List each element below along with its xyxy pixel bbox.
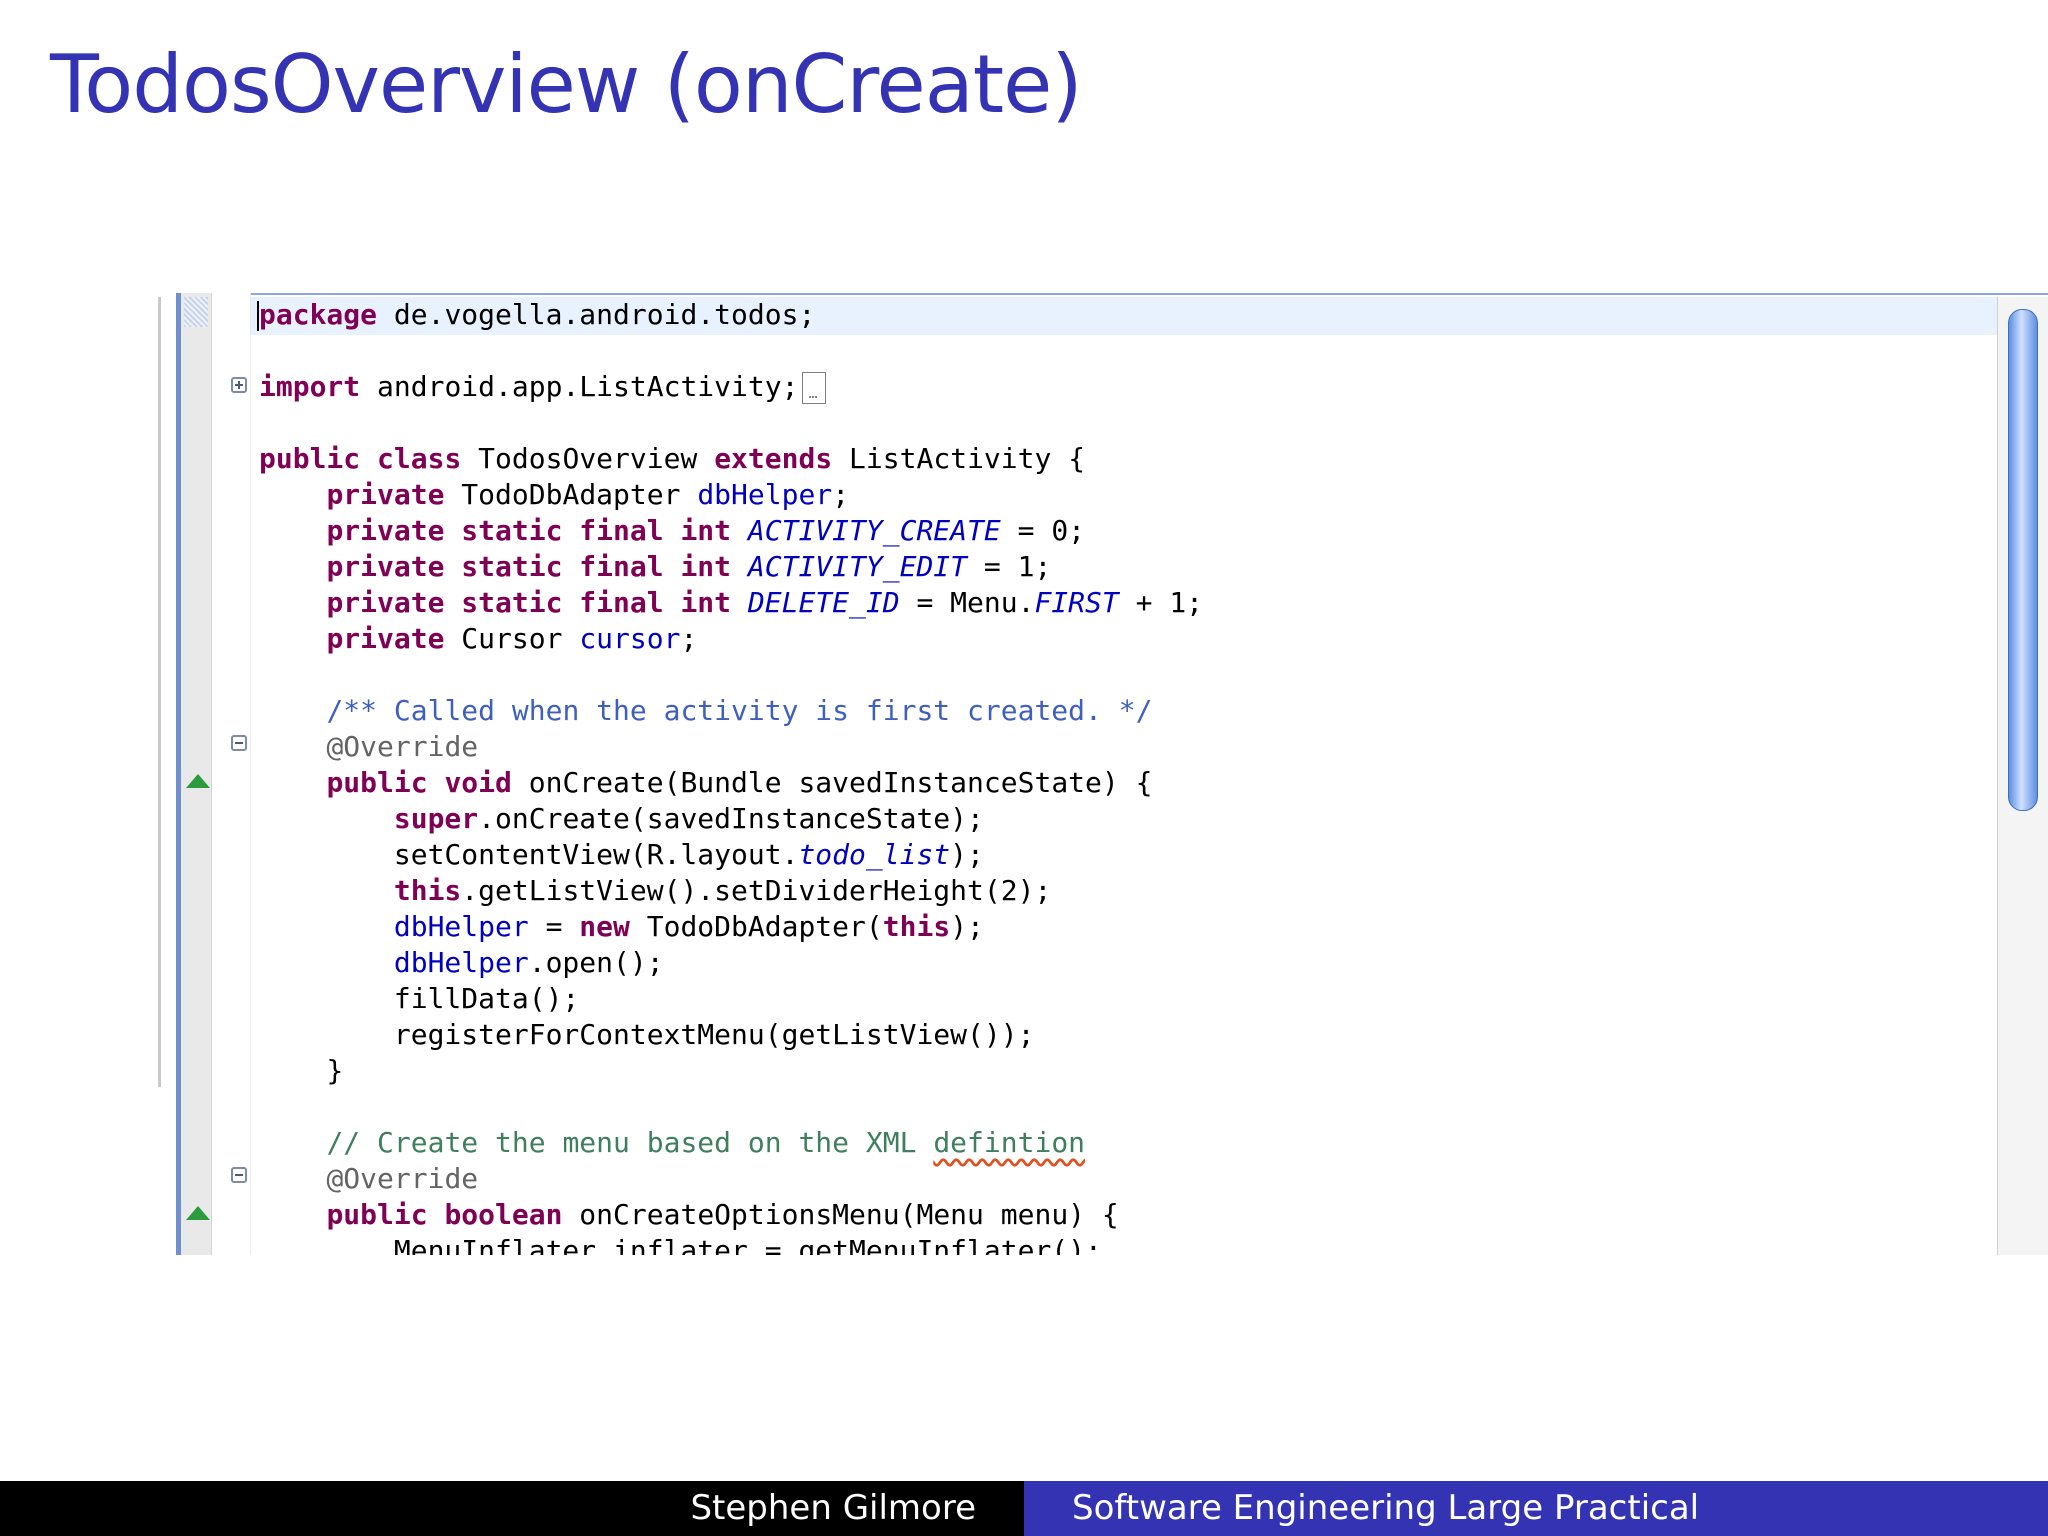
slide-footer: Stephen Gilmore Software Engineering Lar… bbox=[0, 1481, 2048, 1536]
code-line: public class TodosOverview extends ListA… bbox=[259, 441, 1085, 477]
code-token: de.vogella.android.todos; bbox=[377, 298, 816, 331]
code-line: private static final int ACTIVITY_CREATE… bbox=[259, 513, 1085, 549]
current-line-marker bbox=[184, 297, 208, 327]
code-line: private TodoDbAdapter dbHelper; bbox=[259, 477, 849, 513]
code-line: package de.vogella.android.todos; bbox=[257, 297, 816, 333]
field-name: cursor bbox=[579, 622, 681, 655]
keyword: import bbox=[259, 370, 361, 403]
code-token: ; bbox=[832, 478, 850, 511]
code-token: TodoDbAdapter bbox=[444, 478, 698, 511]
keyword: this bbox=[882, 910, 951, 943]
footer-left-panel: Stephen Gilmore bbox=[0, 1481, 1024, 1536]
code-line: import android.app.ListActivity; bbox=[259, 369, 827, 405]
code-token: + 1; bbox=[1118, 586, 1204, 619]
collapse-oncreate-icon[interactable] bbox=[231, 735, 247, 751]
code-text[interactable]: package de.vogella.android.todos; import… bbox=[257, 293, 1988, 1255]
code-token: MenuInflater inflater = getMenuInflater(… bbox=[393, 1234, 1102, 1255]
scrollbar-thumb[interactable] bbox=[2008, 309, 2038, 811]
code-line: private Cursor cursor; bbox=[259, 621, 697, 657]
code-token: .onCreate(savedInstanceState); bbox=[478, 802, 984, 835]
spelling-warning[interactable]: defintion bbox=[933, 1126, 1085, 1159]
code-token: = 0; bbox=[1000, 514, 1086, 547]
keyword: extends bbox=[714, 442, 833, 475]
code-line: // Create the menu based on the XML defi… bbox=[259, 1125, 1085, 1161]
code-line: super.onCreate(savedInstanceState); bbox=[259, 801, 984, 837]
code-token: } bbox=[326, 1054, 344, 1087]
javadoc-comment: /** Called when the activity is first cr… bbox=[326, 694, 1153, 727]
code-line: private static final int DELETE_ID = Men… bbox=[259, 585, 1203, 621]
annotation: @Override bbox=[326, 1162, 479, 1195]
code-token: ListActivity { bbox=[832, 442, 1086, 475]
code-line: private static final int ACTIVITY_EDIT =… bbox=[259, 549, 1051, 585]
code-line: @Override bbox=[259, 729, 478, 765]
keyword: private bbox=[326, 478, 445, 511]
keyword: super bbox=[393, 802, 479, 835]
static-field: todo_list bbox=[798, 838, 951, 871]
code-token: = 1; bbox=[967, 550, 1052, 583]
footer-right-panel: Software Engineering Large Practical bbox=[1024, 1481, 2048, 1536]
code-line: dbHelper = new TodoDbAdapter(this); bbox=[259, 909, 984, 945]
code-line: this.getListView().setDividerHeight(2); bbox=[259, 873, 1051, 909]
override-triangle-icon[interactable] bbox=[186, 774, 210, 788]
code-token: onCreate(Bundle savedInstanceState) { bbox=[511, 766, 1153, 799]
code-line: public void onCreate(Bundle savedInstanc… bbox=[259, 765, 1152, 801]
keyword: private static final int bbox=[326, 586, 732, 619]
keyword: package bbox=[259, 298, 378, 331]
field-name: dbHelper bbox=[393, 910, 529, 943]
slide-title: TodosOverview (onCreate) bbox=[50, 38, 1083, 131]
code-token: Cursor bbox=[444, 622, 580, 655]
code-token: .getListView().setDividerHeight(2); bbox=[461, 874, 1052, 907]
static-field: ACTIVITY_CREATE bbox=[747, 514, 1001, 547]
code-token: .open(); bbox=[528, 946, 664, 979]
expand-imports-icon[interactable] bbox=[231, 377, 247, 393]
vertical-scrollbar[interactable] bbox=[1997, 297, 2048, 1255]
keyword: class bbox=[377, 442, 462, 475]
code-token: = bbox=[528, 910, 580, 943]
code-token: onCreateOptionsMenu(Menu menu) { bbox=[562, 1198, 1119, 1231]
code-line: fillData(); bbox=[259, 981, 579, 1017]
code-token: ; bbox=[680, 622, 698, 655]
keyword: private static final int bbox=[326, 514, 732, 547]
keyword: private bbox=[326, 622, 445, 655]
keyword: private static final int bbox=[326, 550, 732, 583]
code-line: MenuInflater inflater = getMenuInflater(… bbox=[259, 1233, 1102, 1255]
code-token: TodosOverview bbox=[461, 442, 715, 475]
annotation: @Override bbox=[326, 730, 479, 763]
keyword: public bbox=[259, 442, 361, 475]
footer-course: Software Engineering Large Practical bbox=[1072, 1488, 1700, 1528]
code-token: ); bbox=[950, 910, 984, 943]
code-token: ); bbox=[950, 838, 984, 871]
footer-author: Stephen Gilmore bbox=[690, 1488, 976, 1528]
code-line: public boolean onCreateOptionsMenu(Menu … bbox=[259, 1197, 1119, 1233]
keyword: new bbox=[579, 910, 630, 943]
collapsed-fold-icon[interactable] bbox=[802, 372, 827, 404]
code-token: android.app.ListActivity; bbox=[360, 370, 799, 403]
override-triangle-icon[interactable] bbox=[186, 1206, 210, 1220]
code-token: registerForContextMenu(getListView()); bbox=[393, 1018, 1035, 1051]
code-line: @Override bbox=[259, 1161, 478, 1197]
code-line: } bbox=[259, 1053, 343, 1089]
editor-left-rule bbox=[158, 297, 161, 1087]
field-name: dbHelper bbox=[393, 946, 529, 979]
static-field: FIRST bbox=[1034, 586, 1119, 619]
static-field: ACTIVITY_EDIT bbox=[747, 550, 968, 583]
keyword: public boolean bbox=[326, 1198, 563, 1231]
code-line: registerForContextMenu(getListView()); bbox=[259, 1017, 1035, 1053]
code-line: dbHelper.open(); bbox=[259, 945, 664, 981]
code-token: fillData(); bbox=[393, 982, 580, 1015]
code-token: setContentView(R.layout. bbox=[393, 838, 799, 871]
code-line: /** Called when the activity is first cr… bbox=[259, 693, 1152, 729]
line-comment: // Create the menu based on the XML bbox=[326, 1126, 934, 1159]
code-token: TodoDbAdapter( bbox=[629, 910, 883, 943]
code-token: = Menu. bbox=[899, 586, 1035, 619]
code-line: setContentView(R.layout.todo_list); bbox=[259, 837, 984, 873]
code-editor[interactable]: package de.vogella.android.todos; import… bbox=[158, 293, 2048, 1255]
collapse-oncreateoptionsmenu-icon[interactable] bbox=[231, 1167, 247, 1183]
field-name: dbHelper bbox=[697, 478, 833, 511]
keyword: public void bbox=[326, 766, 512, 799]
keyword: this bbox=[393, 874, 462, 907]
folding-ruler bbox=[212, 293, 251, 1255]
static-field: DELETE_ID bbox=[747, 586, 900, 619]
